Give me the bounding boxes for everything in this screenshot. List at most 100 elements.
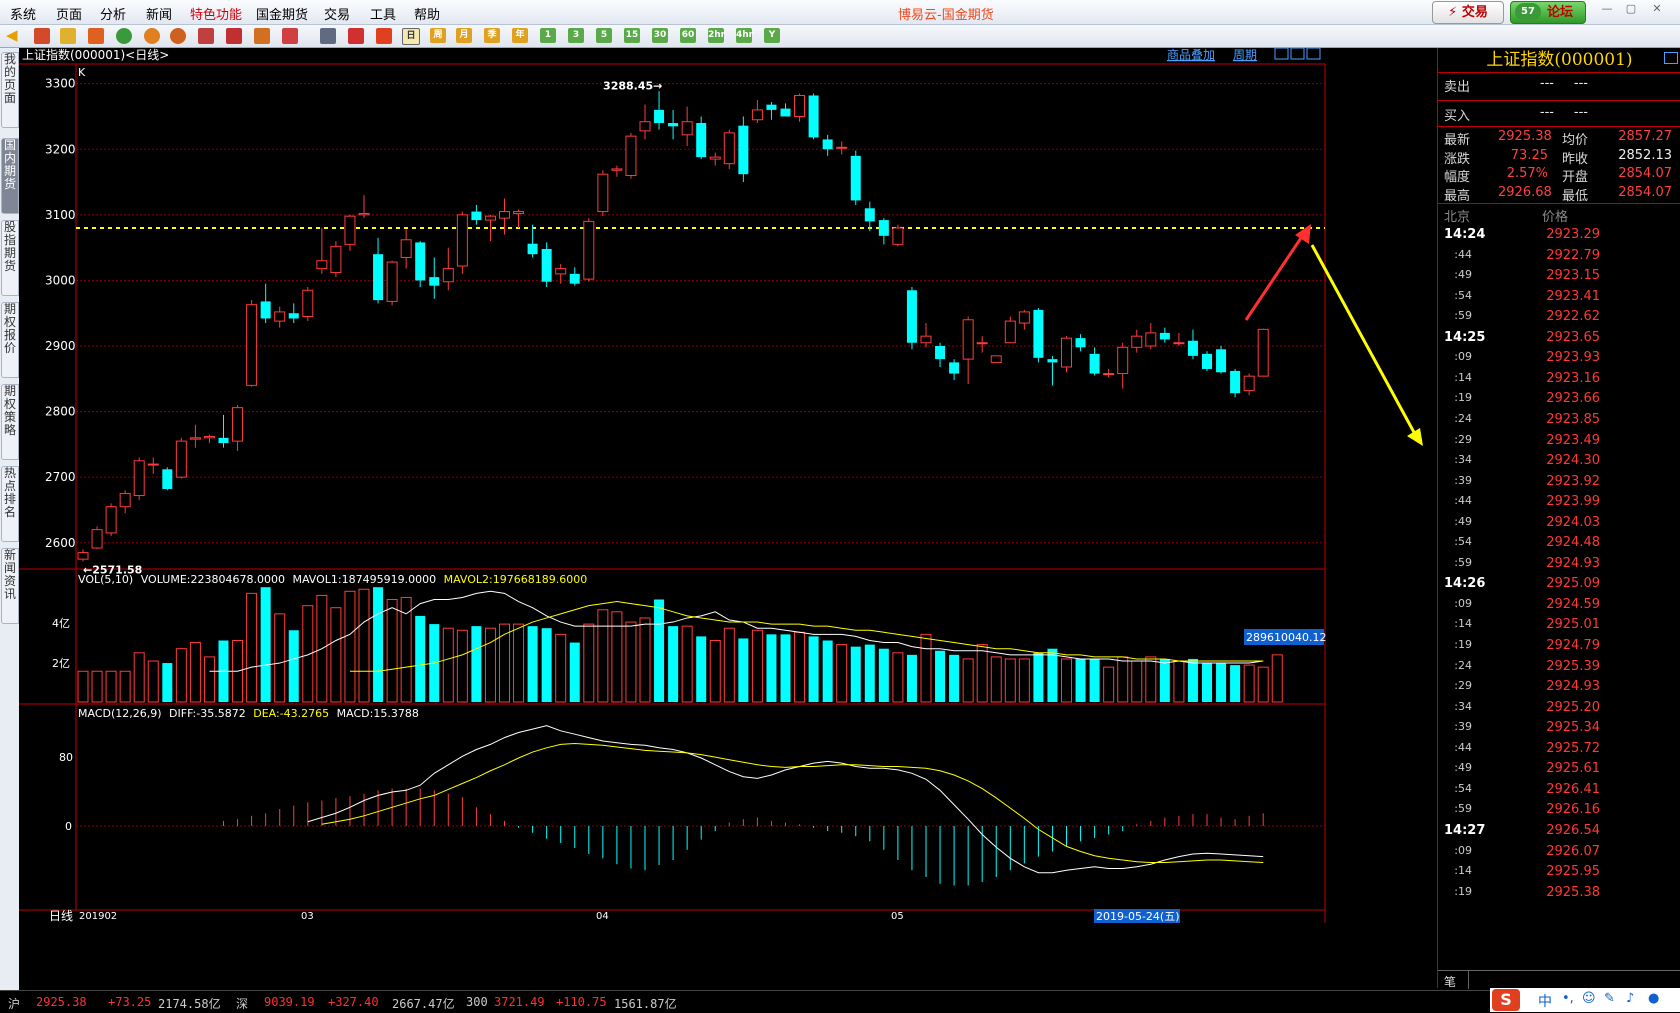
menu-trade[interactable]: 交易 <box>324 4 350 23</box>
tick-icon[interactable] <box>376 28 392 44</box>
tick-row: :19 2924.79 <box>1438 635 1680 657</box>
f10-icon[interactable] <box>88 28 104 44</box>
period-year-button[interactable]: 年 <box>512 28 528 43</box>
volume-bar-down <box>780 634 791 702</box>
volume-bar-down <box>935 650 946 702</box>
volume-axis-4: 4亿 <box>52 617 70 630</box>
kline-chart[interactable]: 上证指数(000001)<日线> 商品叠加 周期 K 3300 3200 3100 3… <box>19 48 1437 988</box>
menu-system[interactable]: 系统 <box>10 4 36 23</box>
volume-bar-down <box>1033 652 1044 702</box>
commodity-overlay-link[interactable]: 商品叠加 <box>1167 48 1215 62</box>
side-tab-hot-ranking[interactable]: 热点排名 <box>1 466 19 542</box>
period-3min-button[interactable]: 3 <box>568 28 584 43</box>
period-day-button[interactable]: 日 <box>402 28 420 45</box>
table-icon[interactable] <box>320 28 336 44</box>
period-30min-button[interactable]: 30 <box>652 28 668 43</box>
volume-bar-up <box>189 642 201 703</box>
tick-time: :54 <box>1454 535 1472 549</box>
draw-pen-icon[interactable] <box>226 28 242 44</box>
side-tab-option-strategy[interactable]: 期权策略 <box>1 384 19 460</box>
emoji-icon[interactable]: ☺ <box>1582 991 1596 1006</box>
refresh-icon[interactable] <box>116 28 132 44</box>
volume-axis-2: 2亿 <box>52 657 70 670</box>
avg-label: 均价 <box>1562 133 1589 148</box>
candle-body-up <box>386 261 398 302</box>
menu-tools[interactable]: 工具 <box>370 4 396 23</box>
line-chart-icon[interactable] <box>348 28 364 44</box>
volume-bar-up <box>962 658 974 703</box>
volume-bar-down <box>373 587 384 702</box>
trade-button[interactable]: ⚡ 交易 <box>1432 1 1504 24</box>
period-60min-button[interactable]: 60 <box>680 28 696 43</box>
forum-button[interactable]: 57 论坛 <box>1510 1 1586 24</box>
handwrite-icon[interactable]: ✎ <box>1604 991 1615 1006</box>
candle-body-up <box>794 94 806 117</box>
punctuation-icon[interactable]: •, <box>1562 991 1574 1006</box>
tick-row: :59 2922.62 <box>1438 306 1680 328</box>
x-tick-04: 04 <box>596 911 609 922</box>
x-tick-03: 03 <box>301 911 314 922</box>
zoom-in-icon[interactable] <box>144 28 160 44</box>
paint-icon[interactable] <box>254 28 270 44</box>
user-icon[interactable]: ● <box>1648 991 1659 1006</box>
volume-bar-down <box>569 642 580 702</box>
candle-body-up <box>274 311 286 322</box>
period-month-button[interactable]: 月 <box>456 28 472 43</box>
menu-news[interactable]: 新闻 <box>146 4 172 23</box>
period-quarter-button[interactable]: 季 <box>484 28 500 43</box>
side-tab-option-quotes[interactable]: 期权报价 <box>1 302 19 378</box>
copy-icon[interactable] <box>198 28 214 44</box>
period-15min-button[interactable]: 15 <box>624 28 640 43</box>
volume-bar-down <box>1159 658 1170 702</box>
zoom-out-icon[interactable] <box>170 28 186 44</box>
tab-tick-by-tick[interactable]: 笔 <box>1444 973 1456 990</box>
prev-close-value: 2852.13 <box>1618 148 1672 163</box>
tick-time: 14:25 <box>1444 329 1486 345</box>
period-5min-button[interactable]: 5 <box>596 28 612 43</box>
minimize-icon[interactable]: — <box>1598 2 1616 16</box>
mic-icon[interactable]: ♪ <box>1626 991 1634 1006</box>
period-1min-button[interactable]: 1 <box>540 28 556 43</box>
tick-row: :44 2923.99 <box>1438 491 1680 513</box>
back-arrow-icon[interactable]: ◀ <box>6 28 22 44</box>
menu-guojin-futures[interactable]: 国金期货 <box>256 4 308 23</box>
candle-body-up <box>91 529 103 549</box>
candle-body-up <box>1243 375 1255 392</box>
period-4hr-button[interactable]: 4hr <box>736 28 753 43</box>
candle-body-up <box>681 121 693 136</box>
candle-body-up <box>990 355 1002 363</box>
tick-time: :19 <box>1454 391 1472 405</box>
side-tab-news[interactable]: 新闻资讯 <box>1 548 19 624</box>
side-tab-index-futures[interactable]: 股指期货 <box>1 220 19 296</box>
tick-row: :09 2926.07 <box>1438 841 1680 863</box>
notebook-icon[interactable] <box>60 28 76 44</box>
menu-page[interactable]: 页面 <box>56 4 82 23</box>
period-2hr-button[interactable]: 2hr <box>708 28 725 43</box>
volume-bar-down <box>1075 658 1086 702</box>
tick-time: :59 <box>1454 802 1472 816</box>
home-icon[interactable] <box>34 28 50 44</box>
period-link[interactable]: 周期 <box>1233 48 1257 62</box>
menu-special-features[interactable]: 特色功能 <box>190 4 242 23</box>
volume-bar-up <box>330 607 342 703</box>
candle-body-down <box>541 248 552 282</box>
side-tab-my-page[interactable]: 我的页面 <box>1 52 19 128</box>
period-week-button[interactable]: 周 <box>430 28 446 43</box>
candle-body-up <box>330 245 342 274</box>
maximize-icon[interactable]: ▢ <box>1622 2 1640 16</box>
period-custom-button[interactable]: Y <box>764 28 780 43</box>
tick-price: 2923.65 <box>1546 329 1600 345</box>
menu-analysis[interactable]: 分析 <box>100 4 126 23</box>
filter-icon[interactable] <box>282 28 298 44</box>
menu-help[interactable]: 帮助 <box>414 4 440 23</box>
ime-mode[interactable]: 中 <box>1538 991 1552 1011</box>
tick-row: 14:27 2926.54 <box>1438 820 1680 842</box>
side-tab-domestic-futures[interactable]: 国内期货 <box>1 138 19 214</box>
candle-body-up <box>1131 335 1143 348</box>
tick-price: 2924.93 <box>1546 555 1600 571</box>
sogou-logo-icon[interactable]: S <box>1492 989 1520 1011</box>
close-icon[interactable]: ✕ <box>1648 2 1666 16</box>
panel-toggle-icon[interactable] <box>1664 52 1678 64</box>
candle-body-up <box>344 215 356 245</box>
tick-time: :54 <box>1454 288 1472 302</box>
